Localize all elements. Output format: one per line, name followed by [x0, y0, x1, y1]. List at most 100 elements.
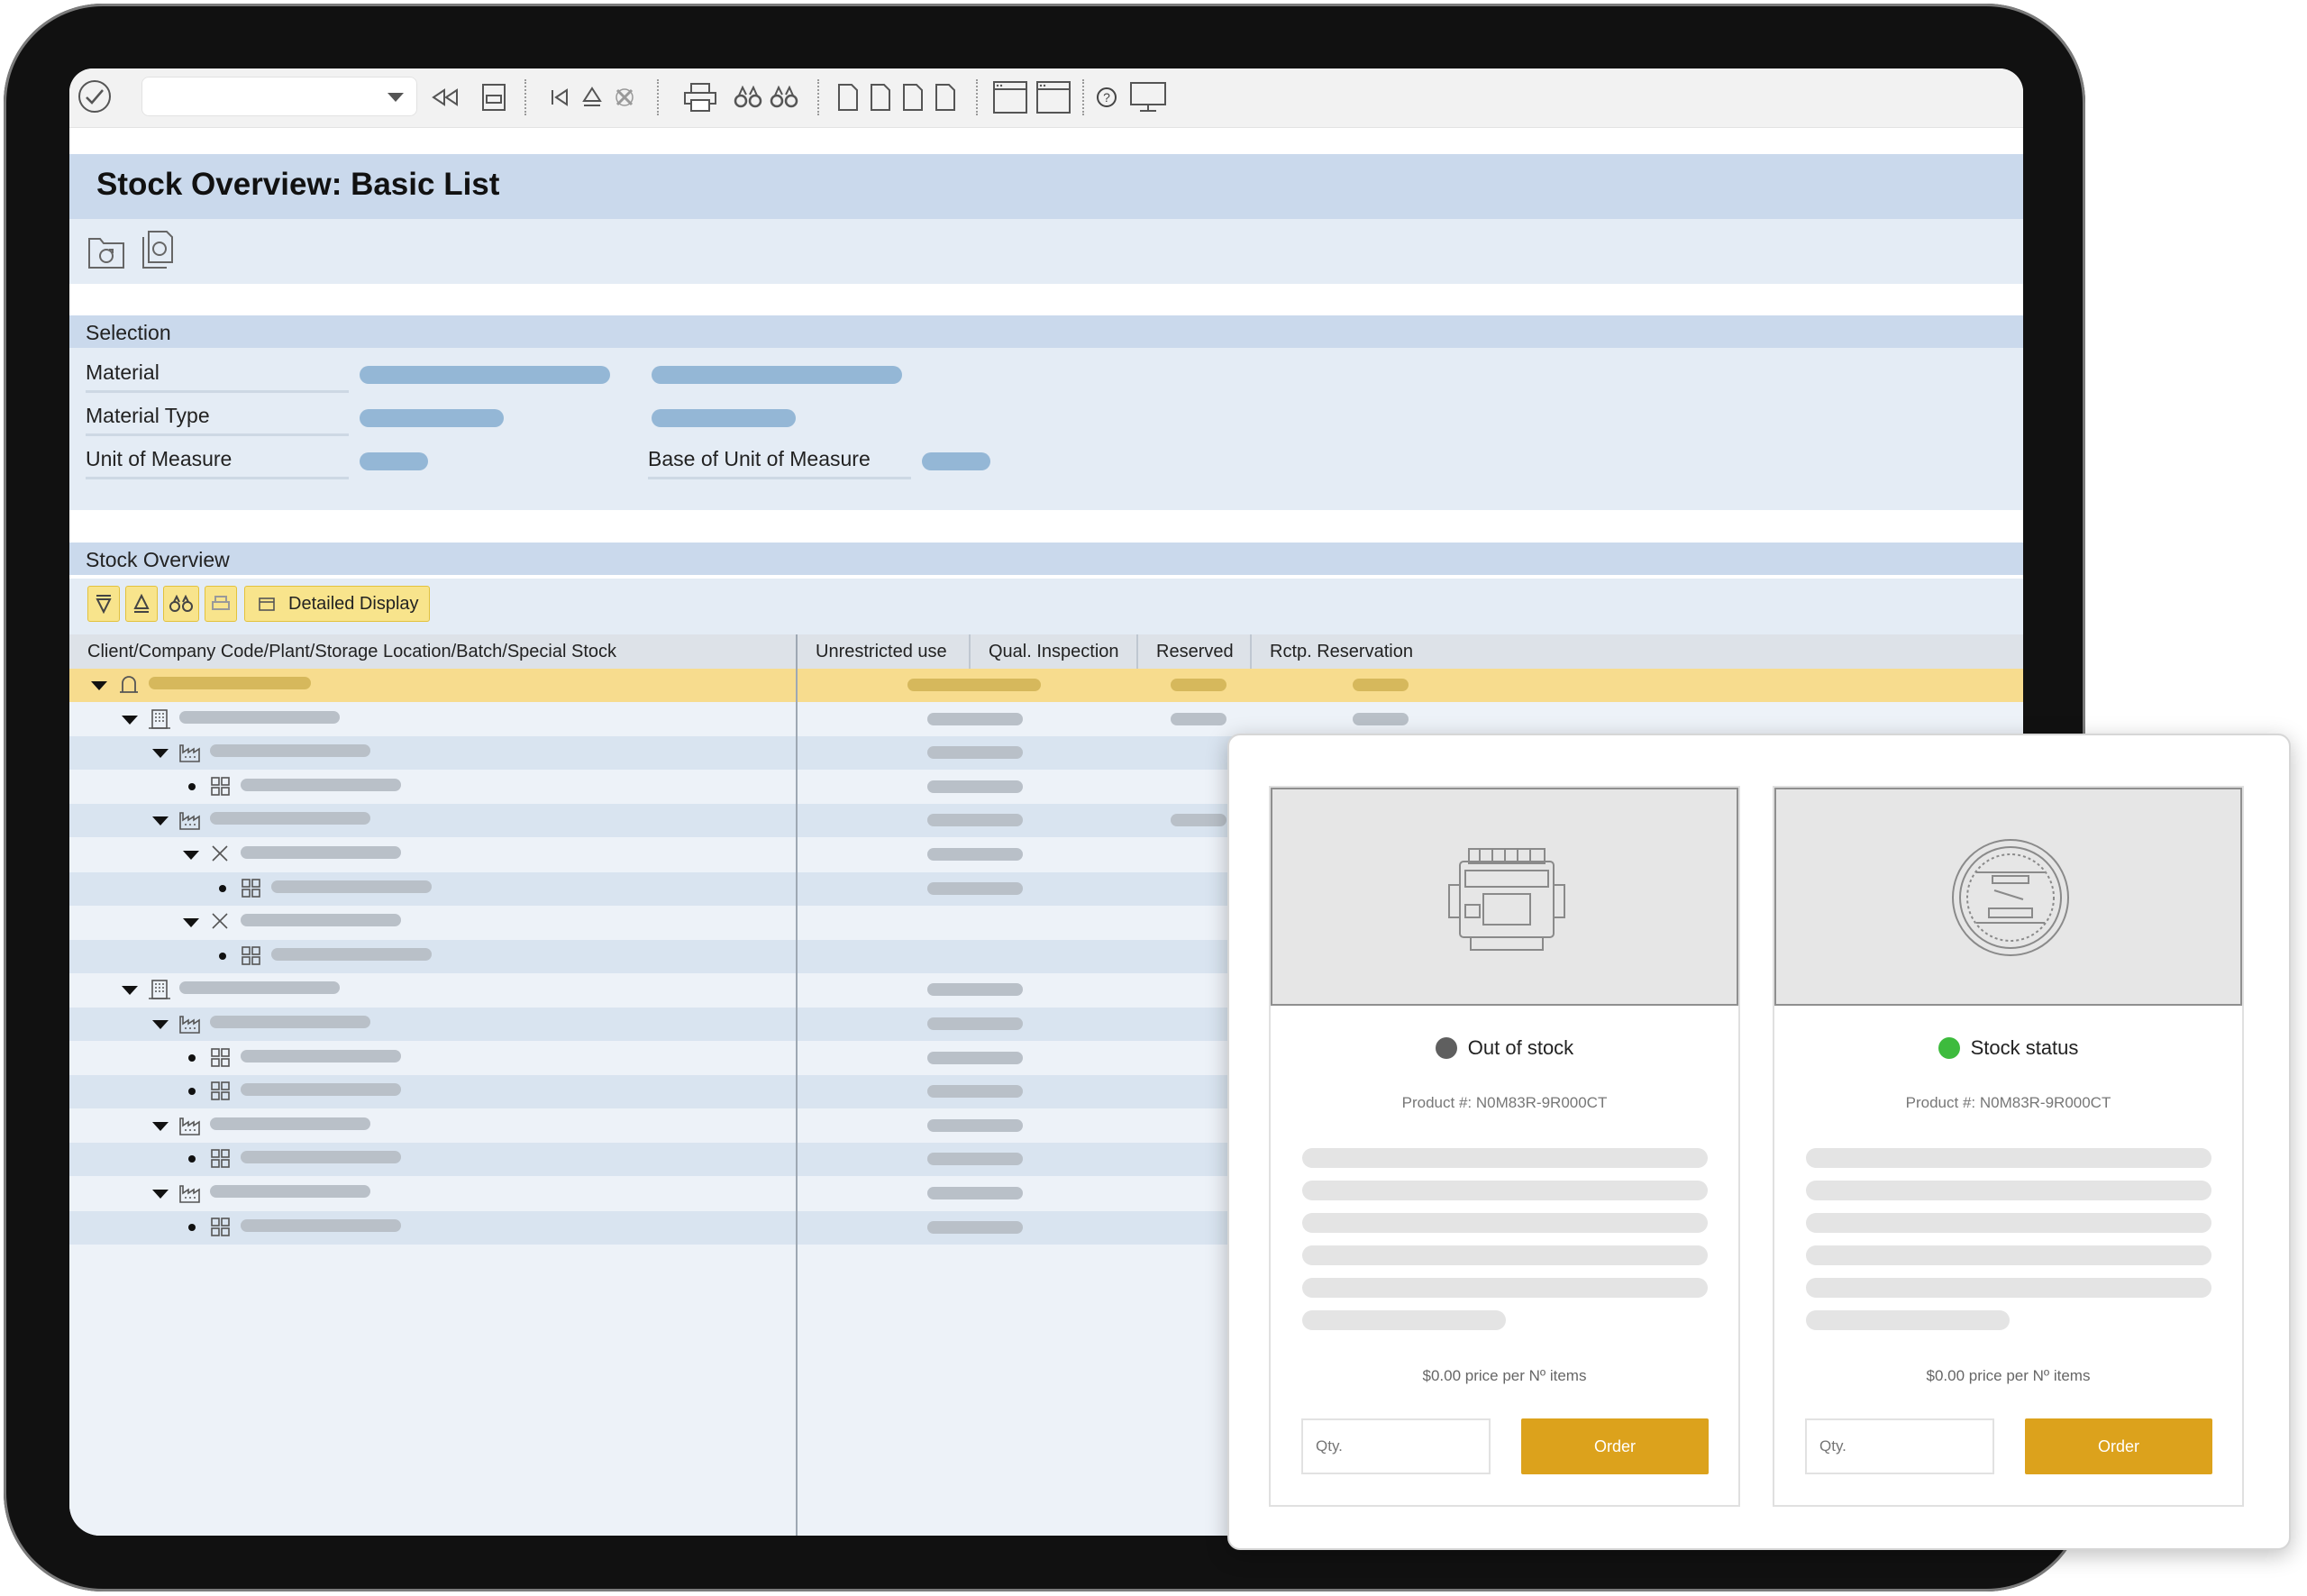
- node-label-placeholder: [241, 778, 401, 791]
- expand-toggle-icon[interactable]: [152, 749, 169, 759]
- uom-label: Unit of Measure: [86, 447, 349, 479]
- base-uom-label: Base of Unit of Measure: [648, 447, 911, 479]
- expand-toggle-icon[interactable]: [152, 1190, 169, 1199]
- expand-toggle-icon[interactable]: [183, 851, 199, 860]
- engine-icon: [1448, 848, 1565, 951]
- page-icon[interactable]: [868, 81, 893, 114]
- col-qual-inspection[interactable]: Qual. Inspection: [989, 642, 1119, 662]
- calendar-icon: [259, 597, 275, 611]
- description-placeholder: [1302, 1148, 1708, 1168]
- node-label-placeholder: [210, 1185, 370, 1198]
- stock-value-placeholder: [927, 746, 1023, 760]
- product-image: [1774, 788, 2242, 1006]
- plant-factory-icon: [178, 807, 203, 837]
- storage-grid-icon: [239, 876, 264, 906]
- expand-toggle-icon[interactable]: [91, 681, 107, 690]
- description-placeholder: [1302, 1310, 1506, 1330]
- expand-all-button[interactable]: [87, 586, 120, 622]
- col-hierarchy[interactable]: Client/Company Code/Plant/Storage Locati…: [87, 642, 616, 662]
- material-type-to-field[interactable]: [652, 409, 796, 427]
- expand-toggle-icon[interactable]: [183, 918, 199, 928]
- shortcut-icon[interactable]: [1035, 81, 1071, 114]
- page-icon[interactable]: [835, 81, 861, 114]
- stock-value-placeholder: [927, 814, 1023, 827]
- stock-value-placeholder: [927, 780, 1023, 793]
- new-session-icon[interactable]: [992, 81, 1028, 114]
- node-label-placeholder: [241, 1083, 401, 1097]
- detailed-display-button[interactable]: Detailed Display: [244, 586, 430, 622]
- order-button[interactable]: Order: [2025, 1418, 2212, 1474]
- find-icon[interactable]: [733, 81, 763, 114]
- stock-status: Stock status: [1774, 1036, 2242, 1060]
- product-card-out-of-stock: Out of stock Product #: N0M83R-9R000CT $…: [1269, 786, 1740, 1507]
- expand-toggle-icon[interactable]: [152, 816, 169, 826]
- refresh-document-icon[interactable]: [140, 230, 176, 269]
- refresh-folder-icon[interactable]: [87, 232, 125, 269]
- leaf-bullet-icon: [188, 1088, 196, 1096]
- toolbar-separator: [657, 79, 659, 115]
- print-button[interactable]: [205, 586, 237, 622]
- material-type-from-field[interactable]: [360, 409, 504, 427]
- enter-check-icon[interactable]: [77, 78, 113, 115]
- up-icon[interactable]: [579, 81, 605, 114]
- save-icon[interactable]: [480, 81, 507, 114]
- client-bell-icon: [116, 672, 141, 702]
- toolbar-separator: [817, 79, 819, 115]
- col-reserved[interactable]: Reserved: [1156, 642, 1234, 662]
- node-label-placeholder: [241, 1151, 401, 1164]
- stock-value-placeholder: [927, 881, 1023, 895]
- order-button[interactable]: Order: [1521, 1418, 1709, 1474]
- col-rctp-reservation[interactable]: Rctp. Reservation: [1270, 642, 1413, 662]
- print-icon[interactable]: [682, 81, 718, 114]
- toolbar-separator: [1082, 79, 1084, 115]
- find-button[interactable]: [163, 586, 199, 622]
- node-label-placeholder: [241, 914, 401, 927]
- collapse-all-button[interactable]: [125, 586, 158, 622]
- chevron-down-icon[interactable]: [383, 81, 408, 114]
- node-label-placeholder: [210, 1016, 370, 1028]
- description-placeholder: [1806, 1310, 2010, 1330]
- description-placeholder: [1302, 1213, 1708, 1233]
- uom-field[interactable]: [360, 452, 428, 470]
- plant-factory-icon: [178, 740, 203, 770]
- back-icon[interactable]: [430, 81, 460, 114]
- expand-toggle-icon[interactable]: [122, 715, 138, 725]
- leaf-bullet-icon: [188, 782, 196, 790]
- page-icon[interactable]: [900, 81, 926, 114]
- material-label: Material: [86, 360, 349, 393]
- help-icon[interactable]: ?: [1095, 81, 1118, 114]
- find-next-icon[interactable]: [769, 81, 799, 114]
- stock-value-placeholder: [1171, 814, 1226, 827]
- first-page-icon[interactable]: [547, 81, 572, 114]
- stock-value-placeholder: [927, 1118, 1023, 1132]
- description-placeholder: [1806, 1245, 2211, 1265]
- qty-input[interactable]: [1805, 1418, 1994, 1474]
- base-uom-field[interactable]: [922, 452, 990, 470]
- col-unrestricted[interactable]: Unrestricted use: [816, 642, 947, 662]
- column-divider: [1136, 634, 1138, 669]
- page-icon[interactable]: [933, 81, 958, 114]
- expand-toggle-icon[interactable]: [152, 1020, 169, 1029]
- expand-toggle-icon[interactable]: [152, 1121, 169, 1131]
- stock-value-placeholder: [927, 1220, 1023, 1234]
- plant-factory-icon: [178, 1181, 203, 1210]
- node-label-placeholder: [241, 1049, 401, 1062]
- node-label-placeholder: [149, 677, 311, 689]
- stock-overview-title: Stock Overview: [86, 548, 230, 571]
- node-label-placeholder: [210, 812, 370, 825]
- price-text: $0.00 price per Nº items: [1422, 1367, 1587, 1384]
- qty-input[interactable]: [1301, 1418, 1491, 1474]
- layout-icon[interactable]: [1129, 81, 1167, 114]
- grid-header: Client/Company Code/Plant/Storage Locati…: [69, 634, 2023, 669]
- command-field[interactable]: [141, 77, 417, 116]
- material-to-field[interactable]: [652, 366, 902, 384]
- node-label-placeholder: [179, 710, 340, 724]
- expand-toggle-icon[interactable]: [122, 986, 138, 996]
- leaf-bullet-icon: [219, 884, 226, 892]
- material-from-field[interactable]: [360, 366, 610, 384]
- stock-value-placeholder: [927, 712, 1023, 725]
- tree-row[interactable]: [69, 702, 2023, 736]
- node-label-placeholder: [271, 947, 432, 961]
- cancel-icon[interactable]: [612, 81, 637, 114]
- tree-row[interactable]: [69, 669, 2023, 702]
